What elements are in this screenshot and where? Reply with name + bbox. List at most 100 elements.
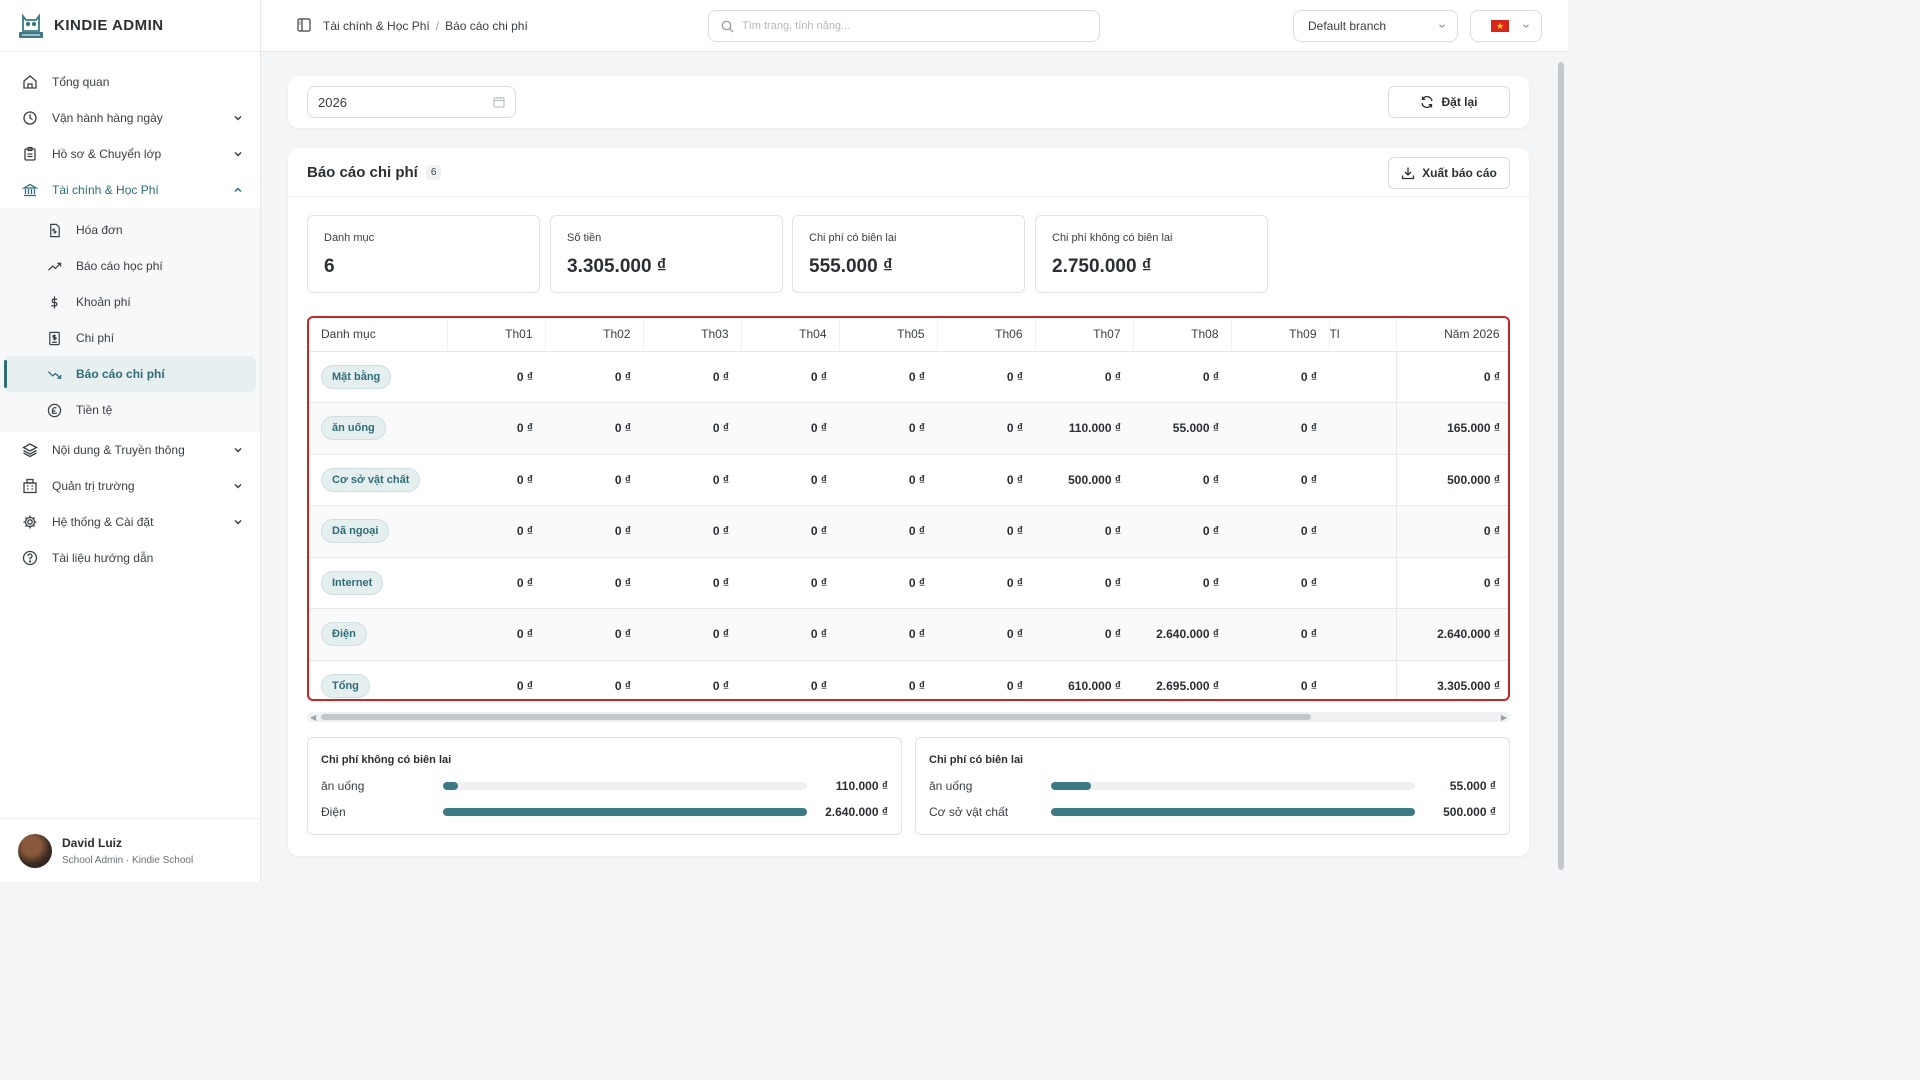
amount-cell xyxy=(1329,505,1396,558)
sub-item-currency[interactable]: Tiền tệ xyxy=(4,392,256,428)
breadcrumb-finance[interactable]: Tài chính & Học Phí xyxy=(323,19,430,33)
nav-label: Nội dung & Truyền thông xyxy=(52,443,185,457)
nav-label: Tổng quan xyxy=(52,75,110,89)
amount-cell: 0 ₫ xyxy=(839,402,937,455)
nav-item-daily-ops[interactable]: Vận hành hàng ngày xyxy=(0,100,260,136)
finance-submenu: Hóa đơn Báo cáo học phí Khoản phí Chi ph… xyxy=(0,208,260,432)
nav-item-records[interactable]: Hồ sơ & Chuyển lớp xyxy=(0,136,260,172)
stat-categories: Danh mục 6 xyxy=(307,215,540,293)
amount-cell: 0 ₫ xyxy=(839,454,937,506)
amount-cell xyxy=(1329,402,1396,455)
sub-item-invoices[interactable]: Hóa đơn xyxy=(4,212,256,248)
category-cell: Mặt bằng xyxy=(309,351,447,403)
search-input[interactable] xyxy=(742,20,1082,32)
monthly-expense-table: Danh mục Th01 Th02 Th03 Th04 Th05 Th06 Th07 Th08… xyxy=(307,316,1510,701)
amount-cell: 500.000 ₫ xyxy=(1035,454,1133,506)
bar-label: Điện xyxy=(321,804,346,819)
branch-value: Default branch xyxy=(1308,19,1387,33)
sidebar-toggle-icon[interactable] xyxy=(297,18,311,32)
stat-label: Danh mục xyxy=(324,232,375,244)
download-icon xyxy=(1402,167,1415,180)
column-header: Năm 2026 xyxy=(1395,318,1508,352)
nav-item-docs[interactable]: Tài liệu hướng dẫn xyxy=(0,540,260,576)
brand[interactable]: KINDIE ADMIN xyxy=(0,0,260,52)
scrollbar-thumb[interactable] xyxy=(321,714,1311,720)
dollar-icon xyxy=(46,294,62,310)
file-dollar-icon xyxy=(46,222,62,238)
reset-label: Đặt lại xyxy=(1441,95,1478,109)
nav-item-finance[interactable]: Tài chính & Học Phí xyxy=(0,172,260,208)
user-profile[interactable]: David Luiz School Admin · Kindie School xyxy=(0,818,260,882)
amount-cell: 0 ₫ xyxy=(1395,505,1508,558)
export-report-button[interactable]: Xuất báo cáo xyxy=(1388,157,1510,189)
amount-cell: 0 ₫ xyxy=(741,660,839,699)
table-row: Mặt bằng 0 ₫ 0 ₫ 0 ₫ 0 ₫ 0 ₫ 0 ₫ 0 ₫ 0 ₫ 0 ₫ 0 ₫ xyxy=(309,351,1508,403)
amount-cell: 0 ₫ xyxy=(643,608,741,661)
stat-value: 3.305.000 ₫ xyxy=(567,256,667,277)
sub-item-expense-report[interactable]: Báo cáo chi phí xyxy=(4,356,256,392)
column-header: Th09 xyxy=(1231,318,1330,352)
scroll-right-icon[interactable]: ▶ xyxy=(1501,713,1507,722)
stat-label: Chi phí có biên lai xyxy=(809,232,897,244)
bar-fill xyxy=(1051,807,1415,816)
branch-select[interactable]: Default branch xyxy=(1293,10,1458,42)
bar-value: 500.000 ₫ xyxy=(1443,804,1496,819)
nav-label: Quản trị trường xyxy=(52,479,135,493)
nav-item-overview[interactable]: Tổng quan xyxy=(0,64,260,100)
amount-cell: 0 ₫ xyxy=(643,505,741,558)
amount-cell: 0 ₫ xyxy=(643,557,741,609)
reset-button[interactable]: Đặt lại xyxy=(1388,86,1510,118)
layers-icon xyxy=(22,442,38,458)
chevron-down-icon xyxy=(1523,24,1529,29)
page-scrollbar[interactable] xyxy=(1554,52,1568,882)
year-picker[interactable]: 2026 xyxy=(307,86,516,118)
currency-icon xyxy=(46,402,62,418)
nav-label: Hồ sơ & Chuyển lớp xyxy=(52,147,162,161)
vietnam-flag-icon: ★ xyxy=(1491,20,1509,32)
nav-label: Hệ thống & Cài đặt xyxy=(52,515,154,529)
filter-bar: 2026 Đặt lại xyxy=(288,76,1529,128)
clock-icon xyxy=(22,110,38,126)
year-value: 2026 xyxy=(318,94,347,110)
column-header: Th05 xyxy=(839,318,938,352)
trending-up-icon xyxy=(46,258,62,274)
bar-track xyxy=(1051,781,1415,790)
sub-item-tuition-report[interactable]: Báo cáo học phí xyxy=(4,248,256,284)
language-select[interactable]: ★ xyxy=(1470,10,1542,42)
scroll-left-icon[interactable]: ◀ xyxy=(310,713,316,722)
amount-cell: 0 ₫ xyxy=(741,454,839,506)
chevron-down-icon xyxy=(234,115,242,121)
category-badge: Mặt bằng xyxy=(321,364,392,389)
stat-value: 555.000 ₫ xyxy=(809,256,893,277)
sub-item-expenses[interactable]: Chi phí xyxy=(4,320,256,356)
bar-fill xyxy=(1051,781,1092,790)
amount-cell: 0 ₫ xyxy=(1231,660,1329,699)
amount-cell: 0 ₫ xyxy=(839,557,937,609)
chevron-down-icon xyxy=(234,519,242,525)
amount-cell: 0 ₫ xyxy=(643,351,741,403)
page-scrollbar-thumb[interactable] xyxy=(1558,62,1564,870)
nav-item-settings[interactable]: Hệ thống & Cài đặt xyxy=(0,504,260,540)
help-circle-icon xyxy=(22,550,38,566)
horizontal-scrollbar[interactable]: ◀ ▶ xyxy=(307,712,1510,722)
amount-cell: 0 ₫ xyxy=(937,402,1035,455)
bank-icon xyxy=(22,182,38,198)
amount-cell: 0 ₫ xyxy=(1231,454,1329,506)
expense-report-card: Báo cáo chi phí 6 Xuất báo cáo Danh mục … xyxy=(288,148,1529,856)
column-header: Tl xyxy=(1329,318,1397,352)
nav-item-school-admin[interactable]: Quản trị trường xyxy=(0,468,260,504)
search-icon xyxy=(721,20,734,32)
home-icon xyxy=(22,74,38,90)
table-row: Tổng 0 ₫ 0 ₫ 0 ₫ 0 ₫ 0 ₫ 0 ₫ 610.000 ₫ 2.695.000… xyxy=(309,660,1508,699)
amount-cell: 110.000 ₫ xyxy=(1035,402,1133,455)
gear-icon xyxy=(22,514,38,530)
breadcrumb: Tài chính & Học Phí / Báo cáo chi phí xyxy=(323,19,528,33)
bar-track xyxy=(443,781,807,790)
sub-item-fees[interactable]: Khoản phí xyxy=(4,284,256,320)
search-box[interactable] xyxy=(708,10,1100,42)
bar-row: Cơ sở vật chất 500.000 ₫ xyxy=(929,804,1496,819)
amount-cell: 0 ₫ xyxy=(741,557,839,609)
column-header: Danh mục xyxy=(309,318,448,352)
amount-cell: 0 ₫ xyxy=(1231,608,1329,661)
nav-item-content[interactable]: Nội dung & Truyền thông xyxy=(0,432,260,468)
